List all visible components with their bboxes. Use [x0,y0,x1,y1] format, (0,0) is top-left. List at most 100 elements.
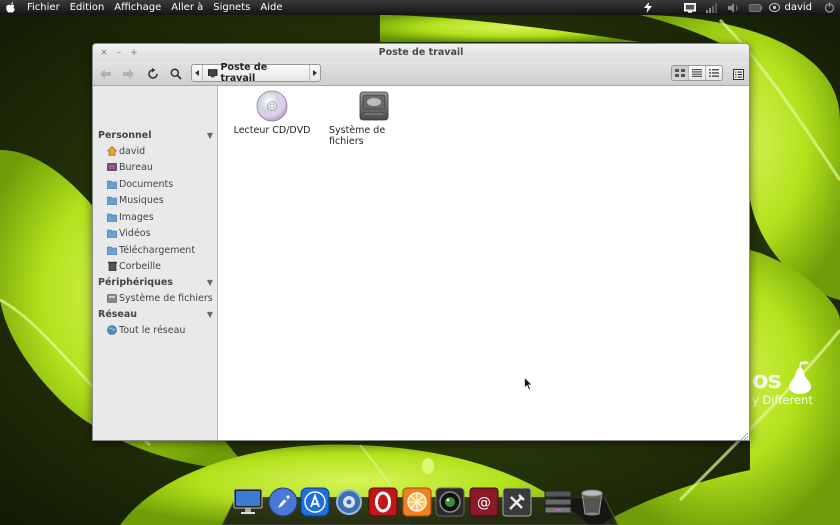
menu-aller-a[interactable]: Aller à [166,0,208,15]
stack-icon[interactable] [543,487,573,517]
file-manager-window: × – + Poste de travail Poste de travail [92,43,750,441]
reload-button[interactable] [144,65,162,83]
sidebar-item-images[interactable]: Images [107,210,215,224]
battery-icon[interactable] [745,0,767,15]
desktop-brand-tagline: y Different [752,393,813,407]
compact-view-button[interactable] [689,66,706,80]
sidebar-item-musiques[interactable]: Musiques [107,193,215,207]
path-bar: Poste de travail [191,62,321,84]
computer-icon [208,68,218,77]
sidebar-item-systeme-de-fichiers[interactable]: Système de fichiers [107,291,215,305]
sidebar-item-david[interactable]: david [107,144,215,158]
tools-icon[interactable] [502,487,532,517]
system-tray: david [637,0,840,15]
grid-icon [675,69,685,77]
pear-logo-icon [789,361,812,394]
search-button[interactable] [167,65,185,83]
orange-app-icon[interactable] [402,487,432,517]
sidebar-section-reseau[interactable]: Réseau ▼ [98,307,213,321]
sidebar-item-tout-le-reseau[interactable]: Tout le réseau [107,323,215,337]
menu-fichier[interactable]: Fichier [22,0,65,15]
volume-icon[interactable] [723,0,745,15]
window-close-button[interactable]: × [99,48,109,58]
folder-icon [107,245,117,255]
resize-grip-icon[interactable] [740,432,749,441]
mail-icon[interactable]: @ [469,487,499,517]
apple-logo-icon[interactable] [0,0,22,15]
window-title: Poste de travail [378,47,464,58]
sidebar-item-documents[interactable]: Documents [107,177,215,191]
menu-affichage[interactable]: Affichage [109,0,166,15]
cd-dvd-icon [256,90,288,122]
sidebar-item-bureau[interactable]: Bureau [107,160,215,174]
sidebar-section-peripheriques[interactable]: Périphériques ▼ [98,275,213,289]
shutdown-icon[interactable] [818,0,840,15]
sidebar-item-corbeille[interactable]: Corbeille [107,259,215,273]
window-minimize-button[interactable]: – [114,48,124,58]
file-item-cd-dvd[interactable]: Lecteur CD/DVD [227,90,317,136]
finder-icon[interactable] [233,487,263,517]
network-icon [107,325,117,335]
dock: @ [0,483,840,525]
arrow-left-icon [100,69,111,79]
window-titlebar[interactable]: × – + Poste de travail [93,44,749,61]
top-menubar: Fichier Edition Affichage Aller à Signet… [0,0,840,15]
file-item-systeme-de-fichiers[interactable]: Système de fichiers [329,90,419,147]
mouse-cursor-icon [524,377,533,391]
places-sidebar: Personnel ▼ david Bureau Documents Musiqu… [93,86,218,440]
home-icon [107,146,117,156]
folder-icon [107,179,117,189]
user-chat-icon [769,2,781,12]
path-scroll-left-button[interactable] [192,65,202,81]
settings-icon[interactable] [334,487,364,517]
search-icon [170,68,182,80]
collapse-arrow-icon[interactable]: ▼ [207,131,213,140]
chevron-left-icon [195,70,199,76]
sidebar-item-videos[interactable]: Vidéos [107,226,215,240]
power-flash-icon[interactable] [637,0,659,15]
user-name: david [784,2,812,13]
menu-edition[interactable]: Edition [65,0,110,15]
user-menu[interactable]: david [767,2,818,13]
view-mode-switcher [671,65,723,81]
icon-view-button[interactable] [672,66,689,80]
path-scroll-right-button[interactable] [310,65,320,81]
trash-icon [107,261,117,271]
file-label: Système de fichiers [329,125,386,147]
back-button[interactable] [97,65,115,83]
sidebar-section-personnel[interactable]: Personnel ▼ [98,128,213,142]
compact-list-icon [692,69,702,77]
signal-icon[interactable] [701,0,723,15]
detail-list-icon [709,69,719,77]
details-pane-button[interactable] [729,65,747,83]
trash-icon[interactable] [577,487,607,517]
collapse-arrow-icon[interactable]: ▼ [207,278,213,287]
window-maximize-button[interactable]: + [129,48,139,58]
hard-drive-icon [359,91,389,121]
collapse-arrow-icon[interactable]: ▼ [207,310,213,319]
list-view-button[interactable] [706,66,722,80]
svg-text:@: @ [477,495,491,511]
desktop-icon [107,162,117,172]
launcher-rocket-icon[interactable] [268,487,298,517]
arrow-right-icon [123,69,134,79]
menu-signets[interactable]: Signets [208,0,255,15]
drive-icon [107,293,117,303]
folder-icon [107,195,117,205]
file-label: Lecteur CD/DVD [233,125,311,136]
display-icon[interactable] [679,0,701,15]
details-pane-icon [732,68,744,80]
path-crumb-computer[interactable]: Poste de travail [202,62,310,84]
window-toolbar: Poste de travail [93,61,749,86]
opera-icon[interactable] [368,487,398,517]
forward-button[interactable] [119,65,137,83]
folder-icon [107,212,117,222]
file-view: Lecteur CD/DVD Système de fichiers [219,86,749,441]
sidebar-item-telechargement[interactable]: Téléchargement [107,243,215,257]
folder-icon [107,228,117,238]
reload-icon [148,68,158,79]
camera-icon[interactable] [435,487,465,517]
chevron-right-icon [313,70,317,76]
app-store-icon[interactable] [300,487,330,517]
menu-aide[interactable]: Aide [255,0,287,15]
